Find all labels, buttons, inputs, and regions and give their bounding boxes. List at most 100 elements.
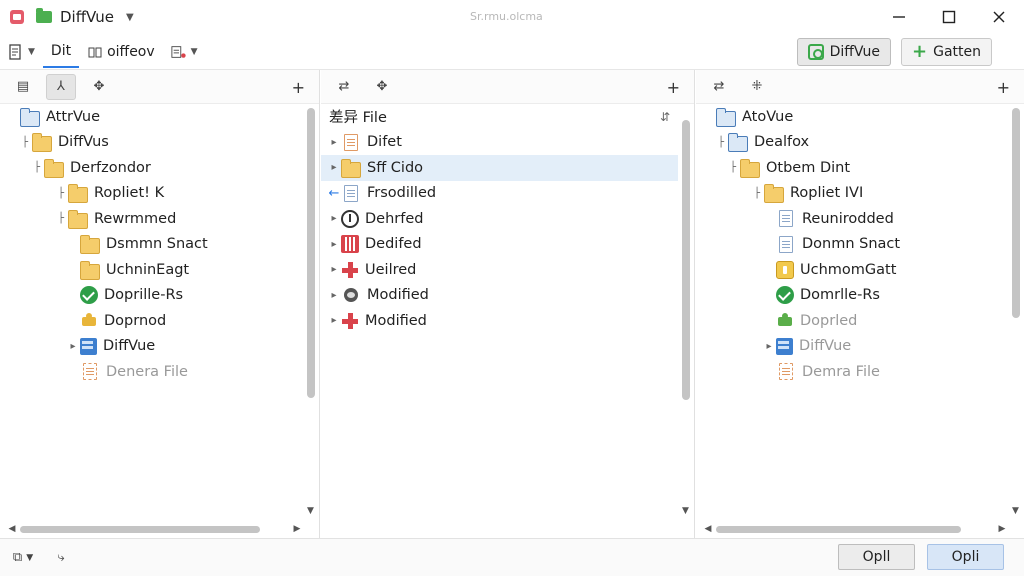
close-button[interactable] xyxy=(974,0,1024,34)
tree-row-label: Dehrfed xyxy=(365,210,424,227)
expand-arrow-icon[interactable]: ├ xyxy=(714,137,728,148)
tree-row[interactable]: ├ Dealfox xyxy=(696,130,1008,156)
chevron-down-icon[interactable]: ▼ xyxy=(28,47,35,57)
left-pane-header: ▤ ⅄ ✥ + xyxy=(0,70,319,104)
split-view-button[interactable]: oiffeov xyxy=(79,37,163,67)
expand-arrow-icon[interactable]: ├ xyxy=(726,162,740,173)
scroll-left-icon[interactable]: ◀ xyxy=(702,524,714,534)
scroll-thumb[interactable] xyxy=(307,108,315,398)
diffvue-button[interactable]: DiffVue xyxy=(796,38,891,66)
add-icon[interactable]: + xyxy=(667,78,680,97)
tree-row[interactable]: ▸ DiffVue xyxy=(696,334,1008,360)
tree-row[interactable]: Donmn Snact xyxy=(696,232,1008,258)
tree-row[interactable]: ▸ Dedifed xyxy=(321,232,678,258)
tree-row[interactable]: ▸ Dehrfed xyxy=(321,206,678,232)
left-vertical-scrollbar[interactable]: ▼ xyxy=(305,106,317,518)
tree-row[interactable]: UchninEagt xyxy=(0,257,303,283)
tree-row[interactable]: UchmomGatt xyxy=(696,257,1008,283)
tree-row[interactable]: ← Frsodilled xyxy=(321,181,678,207)
expand-arrow-icon[interactable]: ▸ xyxy=(327,213,341,224)
tree-row-label: Reunirodded xyxy=(802,210,894,227)
tree-row[interactable]: ▸ DiffVue xyxy=(0,334,303,360)
file-dashed-icon xyxy=(83,363,97,381)
expand-arrow-icon[interactable]: ▸ xyxy=(327,264,341,275)
pages-icon[interactable]: ⧉ ▼ xyxy=(8,545,38,571)
branch-merge-icon[interactable]: ⤷ xyxy=(46,545,76,571)
tree-row[interactable]: Dsmmn Snact xyxy=(0,232,303,258)
expand-arrow-icon[interactable]: ▸ xyxy=(327,290,341,301)
right-horizontal-scrollbar[interactable]: ◀ ▶ xyxy=(702,522,1008,536)
clock-icon xyxy=(341,209,359,228)
tree-row[interactable]: ▸ Modified xyxy=(321,283,678,309)
tree-row[interactable]: ├ Rewrmmed xyxy=(0,206,303,232)
expand-arrow-icon[interactable]: ▸ xyxy=(762,341,776,352)
tree-row[interactable]: ▸ Modified xyxy=(321,308,678,334)
document-icon[interactable]: ▤ xyxy=(8,74,38,100)
expand-arrow-icon[interactable]: ├ xyxy=(750,188,764,199)
compare-icon[interactable]: ⇄ xyxy=(329,74,359,100)
expand-arrow-icon[interactable]: ├ xyxy=(30,162,44,173)
maximize-button[interactable] xyxy=(924,0,974,34)
expand-arrow-icon[interactable]: ├ xyxy=(54,213,68,224)
close-icon xyxy=(993,11,1005,23)
scroll-thumb[interactable] xyxy=(682,120,690,400)
sort-icon[interactable]: ⇵ xyxy=(660,110,670,124)
scroll-thumb[interactable] xyxy=(716,526,961,533)
tree-row[interactable]: Doprille-Rs xyxy=(0,283,303,309)
add-icon[interactable]: + xyxy=(997,78,1010,97)
minimize-button[interactable] xyxy=(874,0,924,34)
tab-dit[interactable]: Dit xyxy=(42,36,80,68)
opll-button[interactable]: Opll xyxy=(838,544,915,570)
settings-list-button[interactable]: ▼ xyxy=(163,37,206,67)
tree-row[interactable]: ▸ Difet xyxy=(321,130,678,156)
tree-row[interactable]: Domrlle-Rs xyxy=(696,283,1008,309)
expand-arrow-icon[interactable]: ├ xyxy=(54,188,68,199)
tree-row[interactable]: Demra File xyxy=(696,359,1008,385)
tree-row-label: Domrlle-Rs xyxy=(800,287,880,304)
left-horizontal-scrollbar[interactable]: ◀ ▶ xyxy=(6,522,303,536)
expand-arrow-icon[interactable]: ← xyxy=(327,186,341,201)
middle-pane-header: ⇄ ✥ + xyxy=(321,70,694,104)
tree-row[interactable]: AtoVue xyxy=(696,104,1008,130)
move-icon[interactable]: ✥ xyxy=(84,74,114,100)
tree-row[interactable]: ├ Ropliet! K xyxy=(0,181,303,207)
move-icon[interactable]: ✥ xyxy=(367,74,397,100)
tree-row-label: Dedifed xyxy=(365,236,422,253)
tree-row[interactable]: ▸ Ueilred xyxy=(321,257,678,283)
gatten-button[interactable]: + Gatten xyxy=(901,38,992,66)
scroll-right-icon[interactable]: ▶ xyxy=(996,524,1008,534)
opli-button[interactable]: Opli xyxy=(927,544,1004,570)
add-icon[interactable]: + xyxy=(292,78,305,97)
tree-row[interactable]: ▸ Sff Cido xyxy=(321,155,678,181)
chevron-down-icon[interactable]: ▼ xyxy=(126,12,134,23)
expand-arrow-icon[interactable]: ▸ xyxy=(327,137,341,148)
expand-arrow-icon[interactable]: ▸ xyxy=(327,239,341,250)
tree-row[interactable]: AttrVue xyxy=(0,104,303,130)
tree-row[interactable]: Denera File xyxy=(0,359,303,385)
tree-row[interactable]: ├ Derfzondor xyxy=(0,155,303,181)
tree-row[interactable]: ├ DiffVus xyxy=(0,130,303,156)
scroll-down-icon[interactable]: ▼ xyxy=(682,506,689,516)
expand-arrow-icon[interactable]: ▸ xyxy=(327,162,341,173)
expand-arrow-icon[interactable]: ▸ xyxy=(327,315,341,326)
grid-icon[interactable]: ⁜ xyxy=(742,74,772,100)
middle-vertical-scrollbar[interactable]: ▼ xyxy=(680,106,692,518)
scroll-down-icon[interactable]: ▼ xyxy=(307,506,314,516)
right-vertical-scrollbar[interactable]: ▼ xyxy=(1010,106,1022,518)
scroll-thumb[interactable] xyxy=(20,526,260,533)
scroll-thumb[interactable] xyxy=(1012,108,1020,318)
branch-icon[interactable]: ⅄ xyxy=(46,73,76,100)
scroll-right-icon[interactable]: ▶ xyxy=(291,524,303,534)
compare-icon[interactable]: ⇄ xyxy=(704,74,734,100)
scroll-left-icon[interactable]: ◀ xyxy=(6,524,18,534)
tree-row[interactable]: ├ Otbem Dint xyxy=(696,155,1008,181)
scroll-down-icon[interactable]: ▼ xyxy=(1012,506,1019,516)
tree-row[interactable]: Doprled xyxy=(696,308,1008,334)
document-list-button[interactable]: ▼ xyxy=(0,37,43,67)
tree-row[interactable]: Doprnod xyxy=(0,308,303,334)
expand-arrow-icon[interactable]: ▸ xyxy=(66,341,80,352)
expand-arrow-icon[interactable]: ├ xyxy=(18,137,32,148)
tree-row[interactable]: ├ Ropliet IVI xyxy=(696,181,1008,207)
chevron-down-icon[interactable]: ▼ xyxy=(191,47,198,57)
tree-row[interactable]: Reunirodded xyxy=(696,206,1008,232)
